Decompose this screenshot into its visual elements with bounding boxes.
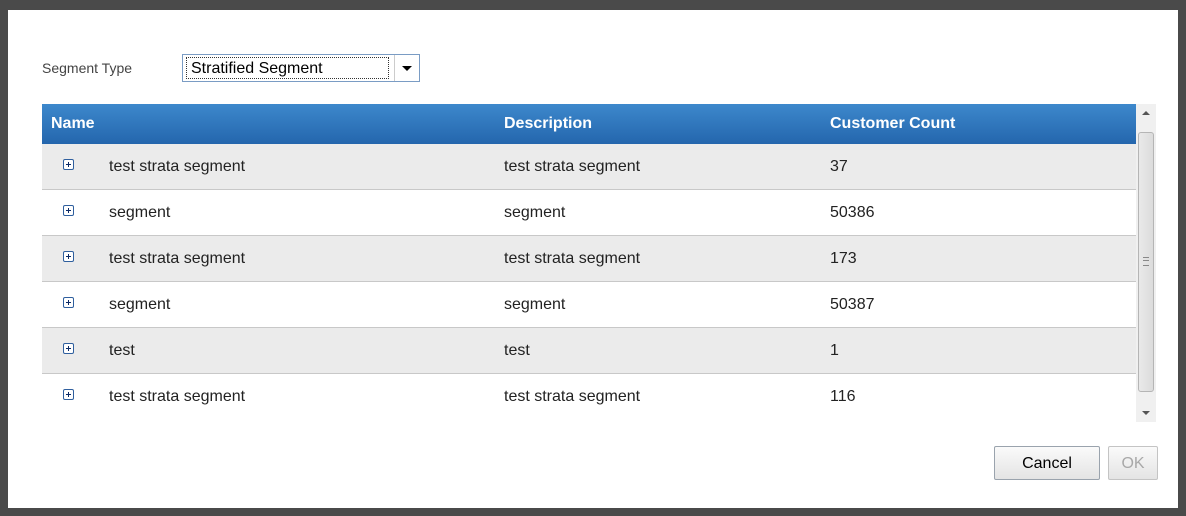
cell-name: test strata segment xyxy=(109,250,246,267)
expand-icon[interactable] xyxy=(63,297,74,308)
scroll-down-button[interactable] xyxy=(1136,404,1156,422)
table-row[interactable]: test strata segment test strata segment … xyxy=(42,236,1136,282)
cell-description: test strata segment xyxy=(504,158,641,175)
column-header-name[interactable]: Name xyxy=(51,115,95,133)
chevron-down-icon xyxy=(402,66,412,71)
cell-customer-count: 173 xyxy=(830,250,857,267)
table-scrollbar[interactable] xyxy=(1136,104,1156,422)
cell-description: test strata segment xyxy=(504,250,641,267)
expand-icon[interactable] xyxy=(63,159,74,170)
cell-customer-count: 50387 xyxy=(830,296,875,313)
grip-icon xyxy=(1143,257,1149,266)
expand-icon[interactable] xyxy=(63,389,74,400)
table-row[interactable]: test strata segment test strata segment … xyxy=(42,374,1136,408)
arrow-up-icon xyxy=(1142,111,1150,115)
column-header-customer-count[interactable]: Customer Count xyxy=(830,115,955,133)
cell-description: test xyxy=(504,342,530,359)
scroll-thumb[interactable] xyxy=(1138,132,1154,392)
expand-icon[interactable] xyxy=(63,205,74,216)
cell-customer-count: 116 xyxy=(830,388,856,405)
cancel-button[interactable]: Cancel xyxy=(994,446,1100,480)
cell-name: segment xyxy=(109,204,171,221)
ok-button[interactable]: OK xyxy=(1108,446,1158,480)
cell-name: segment xyxy=(109,296,171,313)
cell-description: segment xyxy=(504,296,566,313)
cell-description: segment xyxy=(504,204,566,221)
scroll-up-button[interactable] xyxy=(1136,104,1156,122)
segment-type-select[interactable]: Stratified Segment xyxy=(182,54,420,82)
table-header: Name Description Customer Count xyxy=(42,104,1136,144)
table-row[interactable]: segment segment 50386 xyxy=(42,190,1136,236)
cell-name: test strata segment xyxy=(109,388,246,405)
expand-icon[interactable] xyxy=(63,251,74,262)
cell-description: test strata segment xyxy=(504,388,641,405)
segment-table: Name Description Customer Count test str… xyxy=(42,104,1136,408)
table-row[interactable]: test strata segment test strata segment … xyxy=(42,144,1136,190)
cell-customer-count: 50386 xyxy=(830,204,875,221)
table-row[interactable]: test test 1 xyxy=(42,328,1136,374)
cell-customer-count: 1 xyxy=(830,342,839,359)
column-header-description[interactable]: Description xyxy=(504,115,592,133)
arrow-down-icon xyxy=(1142,411,1150,415)
segment-dialog: Segment Type Stratified Segment Name Des… xyxy=(8,10,1178,508)
cell-customer-count: 37 xyxy=(830,158,848,175)
cell-name: test strata segment xyxy=(109,158,246,175)
cell-name: test xyxy=(109,342,135,359)
segment-type-label: Segment Type xyxy=(42,60,133,76)
dropdown-button[interactable] xyxy=(394,55,419,81)
segment-type-value: Stratified Segment xyxy=(186,57,389,79)
expand-icon[interactable] xyxy=(63,343,74,354)
table-row[interactable]: segment segment 50387 xyxy=(42,282,1136,328)
